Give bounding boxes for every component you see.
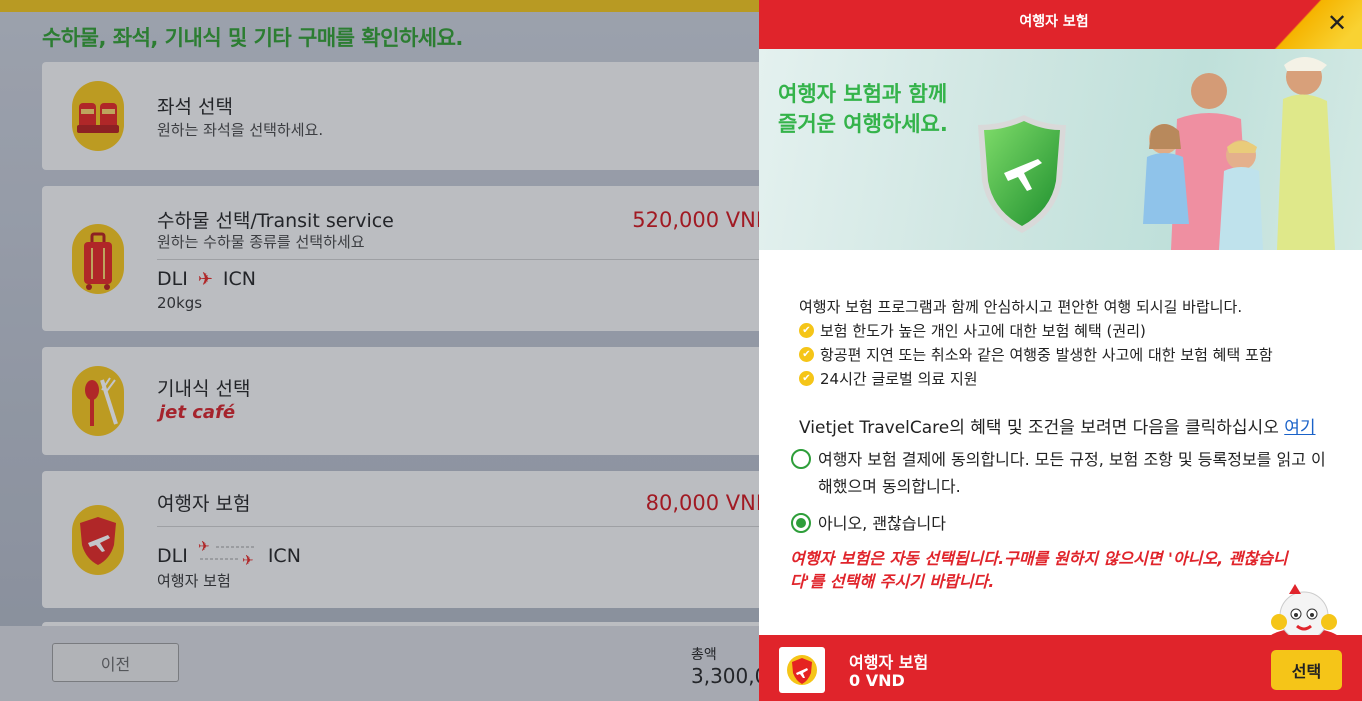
- decline-option[interactable]: 아니오, 괜찮습니다: [791, 513, 1338, 537]
- agree-label[interactable]: 여행자 보험 결제에 동의합니다. 모든 규정, 보험 조항 및 등록정보를 읽…: [818, 446, 1338, 500]
- check-icon: ✔: [799, 370, 814, 386]
- footer-product-name: 여행자 보험: [849, 653, 929, 672]
- panel-header: 여행자 보험: [759, 0, 1362, 49]
- select-button[interactable]: 선택: [1271, 650, 1342, 690]
- modal-overlay[interactable]: [0, 0, 760, 701]
- terms-text: Vietjet TravelCare의 혜택 및 조건을 보려면 다음을 클릭하…: [799, 418, 1279, 438]
- terms-line: Vietjet TravelCare의 혜택 및 조건을 보려면 다음을 클릭하…: [799, 413, 1316, 438]
- panel-title: 여행자 보험: [1019, 14, 1089, 30]
- decline-label[interactable]: 아니오, 괜찮습니다: [818, 510, 1338, 537]
- benefits-list: ✔ 보험 한도가 높은 개인 사고에 대한 보험 혜택 (권리) ✔ 항공편 지…: [799, 318, 1273, 390]
- auto-select-warning: 여행자 보험은 자동 선택됩니다.구매를 원하지 않으시면 '아니오, 괜찮습니…: [790, 549, 1288, 591]
- banner-line-1: 여행자 보험과 함께: [778, 82, 948, 106]
- family-photo: [1143, 57, 1335, 250]
- terms-link[interactable]: 여기: [1284, 418, 1315, 438]
- benefit-text: 보험 한도가 높은 개인 사고에 대한 보험 혜택 (권리): [820, 321, 1146, 340]
- insurance-banner: 여행자 보험과 함께 즐거운 여행하세요.: [759, 49, 1362, 250]
- footer-product-price: 0 VND: [849, 671, 905, 690]
- banner-text: 여행자 보험과 함께 즐거운 여행하세요.: [778, 79, 948, 139]
- close-icon[interactable]: ✕: [1324, 10, 1350, 36]
- panel-footer: 여행자 보험 0 VND 선택: [759, 635, 1362, 701]
- decline-radio[interactable]: [791, 513, 811, 533]
- check-icon: ✔: [799, 346, 814, 362]
- benefit-text: 24시간 글로벌 의료 지원: [820, 369, 978, 388]
- benefit-item: ✔ 보험 한도가 높은 개인 사고에 대한 보험 혜택 (권리): [799, 318, 1273, 342]
- benefit-text: 항공편 지연 또는 취소와 같은 여행중 발생한 사고에 대한 보험 혜택 포함: [820, 345, 1273, 364]
- agree-radio[interactable]: [791, 449, 811, 469]
- benefit-item: ✔ 항공편 지연 또는 취소와 같은 여행중 발생한 사고에 대한 보험 혜택 …: [799, 342, 1273, 366]
- benefit-item: ✔ 24시간 글로벌 의료 지원: [799, 366, 1273, 390]
- banner-line-2: 즐거운 여행하세요.: [778, 112, 948, 136]
- check-icon: ✔: [799, 322, 814, 338]
- insurance-panel: 여행자 보험 ✕ 여행자 보험과 함께 즐거운 여행하세요. 여행자 보험 프로…: [759, 0, 1362, 701]
- agree-option[interactable]: 여행자 보험 결제에 동의합니다. 모든 규정, 보험 조항 및 등록정보를 읽…: [791, 449, 1338, 500]
- insurance-shield-icon: [779, 647, 825, 693]
- airplane-shield-icon: [978, 115, 1066, 233]
- insurance-intro: 여행자 보험 프로그램과 함께 안심하시고 편안한 여행 되시길 바랍니다.: [799, 298, 1243, 316]
